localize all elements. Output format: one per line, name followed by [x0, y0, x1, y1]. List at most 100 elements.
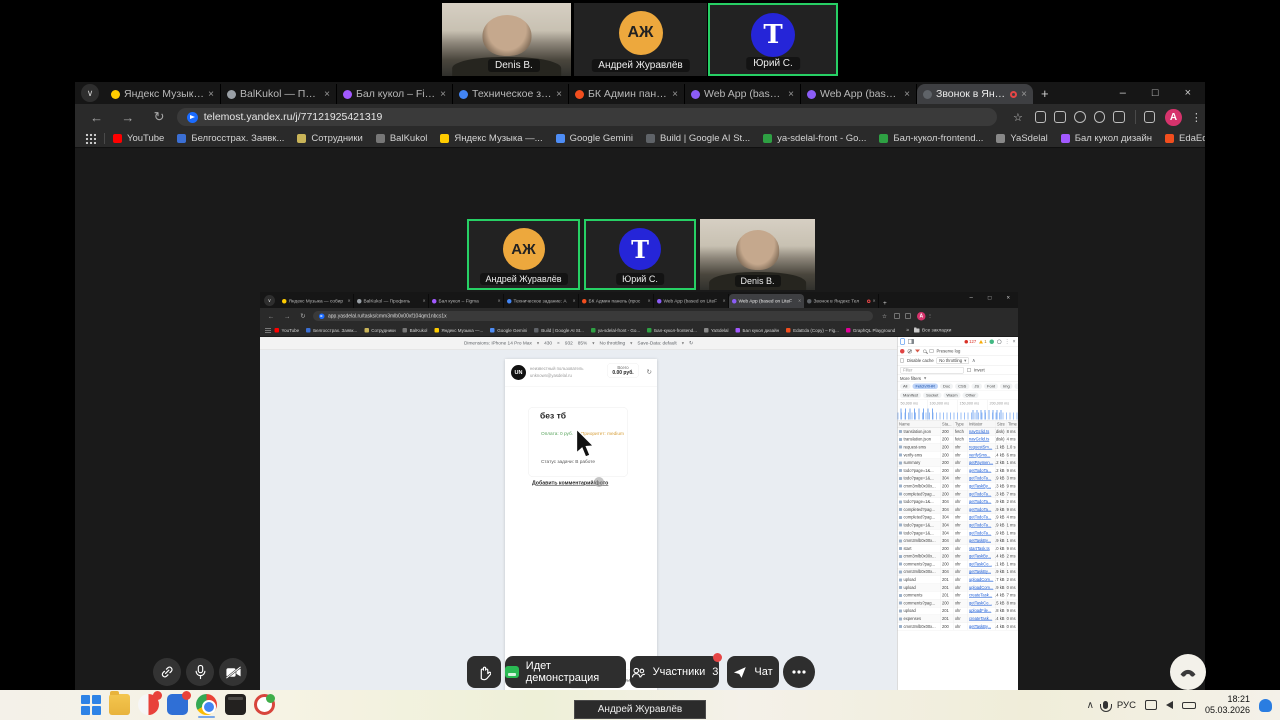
network-request-row[interactable]: completed?pag... 304 xhr getTodoTa... 0.…: [898, 514, 1019, 522]
network-request-row[interactable]: start 200 xhr startTask.ts 2.0 kB 219 ms: [898, 545, 1019, 553]
import-har-icon[interactable]: ∧: [972, 358, 976, 364]
tab-close-icon[interactable]: ×: [208, 89, 214, 100]
bookmark-item[interactable]: ya-sdelal-front - Go...: [591, 328, 640, 333]
tab-close-icon[interactable]: ×: [1021, 89, 1027, 100]
new-tab-button[interactable]: +: [883, 299, 887, 307]
app-icon-messenger[interactable]: [167, 694, 188, 715]
network-request-row[interactable]: cmm3mlb0x00x... 304 xhr getTaskBy... 0.9…: [898, 568, 1019, 576]
bookmark-item[interactable]: ya-sdelal-front - Go...: [763, 133, 866, 144]
network-request-row[interactable]: expenses 201 xhr createTask... 1.4 kB 20…: [898, 615, 1019, 623]
bookmark-star-icon[interactable]: ☆: [1009, 111, 1026, 124]
browser-tab[interactable]: Техническое задание: А ×: [453, 84, 569, 104]
back-button[interactable]: ←: [87, 110, 106, 125]
network-request-row[interactable]: upload 201 xhr uploadCom... 0.9 kB 940 m…: [898, 584, 1019, 592]
browser-tab[interactable]: Бал кукол – Figma ×: [337, 84, 453, 104]
call-tile-yuri[interactable]: Т Юрий С.: [584, 219, 696, 290]
search-icon[interactable]: [923, 349, 927, 353]
filter-chip[interactable]: Wasm: [943, 393, 960, 399]
notifications-bell-icon[interactable]: [1259, 699, 1272, 712]
tab-close-icon[interactable]: ×: [423, 298, 426, 304]
request-initiator[interactable]: uploadCom...: [969, 585, 993, 590]
back-button[interactable]: ←: [266, 312, 276, 320]
reload-button[interactable]: ↻: [298, 312, 308, 320]
devtools-menu-kebab-icon[interactable]: ⋮: [1005, 339, 1010, 345]
app-icon-antivirus[interactable]: [254, 694, 275, 715]
speaker-tray-icon[interactable]: [1166, 701, 1173, 709]
user-avatar[interactable]: UN: [511, 365, 526, 380]
browser-tab[interactable]: BalKukol — Профиль ×: [221, 84, 337, 104]
filter-chip[interactable]: Font: [984, 384, 998, 390]
bookmark-item[interactable]: GraphQL Playground: [846, 328, 895, 333]
refresh-icon[interactable]: ↻: [647, 368, 652, 376]
filter-chip[interactable]: Img: [1000, 384, 1013, 390]
request-initiator[interactable]: createTask...: [969, 593, 992, 598]
browser-tab[interactable]: БК Админ панель (прос ×: [579, 294, 654, 308]
request-initiator[interactable]: getTaskBy...: [969, 570, 991, 575]
browser-tab[interactable]: Техническое задание: А ×: [504, 294, 579, 308]
participants-button[interactable]: Участники 3: [630, 656, 719, 688]
network-request-row[interactable]: verify-sms 200 xhr verifySms... 1.4 kB 9…: [898, 451, 1019, 459]
bookmark-item[interactable]: Google Gemini: [556, 133, 633, 144]
tab-close-icon[interactable]: ×: [904, 89, 910, 100]
bookmark-item[interactable]: YaSdelal: [996, 133, 1047, 144]
reload-button[interactable]: ↻: [150, 109, 169, 125]
all-bookmarks-button[interactable]: Все закладки: [914, 328, 951, 334]
request-initiator[interactable]: getTaskBy...: [969, 554, 991, 559]
bookmark-item[interactable]: Яндекс Музыка —...: [434, 328, 483, 333]
record-network-icon[interactable]: [900, 349, 905, 354]
chrome-icon[interactable]: [196, 694, 217, 715]
network-request-row[interactable]: comments?pag... 200 xhr getTaskCo... 1.1…: [898, 561, 1019, 569]
rotate-viewport-icon[interactable]: ↻: [689, 341, 693, 347]
bookmark-star-icon[interactable]: ☆: [880, 313, 889, 320]
network-request-row[interactable]: comments 201 xhr createTask... 1.4 kB 52…: [898, 592, 1019, 600]
bookmark-item[interactable]: YouTube: [113, 133, 164, 144]
bookmarks-overflow-icon[interactable]: »: [906, 328, 909, 334]
chat-button[interactable]: Чат: [727, 656, 779, 688]
request-initiator[interactable]: getTodoTa...: [969, 492, 991, 497]
request-initiator[interactable]: navGclid.ts: [969, 437, 989, 442]
window-close-button[interactable]: ×: [1006, 294, 1010, 301]
network-request-row[interactable]: comments?pag... 200 xhr getTaskCo... 1.5…: [898, 600, 1019, 608]
console-errors-badge[interactable]: 127: [965, 339, 977, 344]
device-dimensions-select[interactable]: Dimensions: iPhone 14 Pro Max: [464, 341, 532, 347]
request-initiator[interactable]: uploadCom...: [969, 578, 993, 583]
apps-grid-icon[interactable]: [265, 328, 271, 334]
bookmark-item[interactable]: Сотрудники: [297, 133, 362, 144]
bookmark-item[interactable]: YouTube: [275, 328, 300, 333]
request-initiator[interactable]: uploadFile...: [969, 609, 991, 614]
zoom-select[interactable]: 85%: [578, 341, 588, 347]
devtools-close-icon[interactable]: ×: [1013, 339, 1016, 345]
network-request-row[interactable]: cmm3mlb0x00x... 304 xhr getTaskBy... 0.9…: [898, 537, 1019, 545]
screen-share-active-button[interactable]: Идет демонстрация: [505, 656, 626, 688]
start-button[interactable]: [80, 694, 101, 715]
network-request-row[interactable]: todo?page=1&... 304 xhr getTodoTa... 0.9…: [898, 475, 1019, 483]
bookmark-item[interactable]: Бал кукол дизайн: [1061, 133, 1152, 144]
tab-close-icon[interactable]: ×: [798, 298, 801, 304]
battery-tray-icon[interactable]: [1182, 702, 1196, 709]
browser-tab[interactable]: BalKukol — Профиль ×: [354, 294, 429, 308]
bookmark-item[interactable]: EdaEda (Copy) – Fig...: [786, 328, 839, 333]
forward-button[interactable]: →: [118, 110, 137, 125]
browser-tab[interactable]: БК Админ панель (прос ×: [569, 84, 685, 104]
network-request-row[interactable]: cmm3mlb0x00x... 200 xhr getTaskBy... 1.4…: [898, 623, 1019, 631]
network-timeline-overview[interactable]: 50,000 ms 100,000 ms 150,000 ms 200,000 …: [898, 400, 1019, 421]
video-tile-yuri-active-speaker[interactable]: Т Юрий С.: [708, 3, 838, 76]
request-initiator[interactable]: createTask...: [969, 617, 992, 622]
browser-tab[interactable]: Web App (based on LiteF ×: [654, 294, 729, 308]
browser-tab[interactable]: Web App (based on LiteF ×: [685, 84, 801, 104]
network-request-row[interactable]: completed?pag... 200 xhr getTodoTa... 1.…: [898, 490, 1019, 498]
request-initiator[interactable]: getTodoTa...: [969, 507, 991, 512]
network-request-row[interactable]: todo?page=1&... 304 xhr getTodoTa... 0.9…: [898, 522, 1019, 530]
request-initiator[interactable]: getTaskBy...: [969, 484, 991, 489]
window-minimize-button[interactable]: –: [1120, 87, 1126, 99]
request-initiator[interactable]: getTodoTa...: [969, 468, 991, 473]
device-toggle-icon[interactable]: [900, 339, 905, 345]
tray-chevron-icon[interactable]: ∧: [1087, 700, 1094, 711]
bookmark-item[interactable]: Build | Google AI St...: [646, 133, 750, 144]
bookmark-item[interactable]: Бал-кукол-frontend...: [647, 328, 697, 333]
tab-close-icon[interactable]: ×: [573, 298, 576, 304]
mic-tray-icon[interactable]: [1103, 701, 1108, 709]
profile-avatar[interactable]: A: [1165, 109, 1181, 126]
bookmark-item[interactable]: Белгосстрах. Заявк...: [306, 328, 357, 333]
call-tile-denis[interactable]: Denis B.: [700, 219, 815, 290]
